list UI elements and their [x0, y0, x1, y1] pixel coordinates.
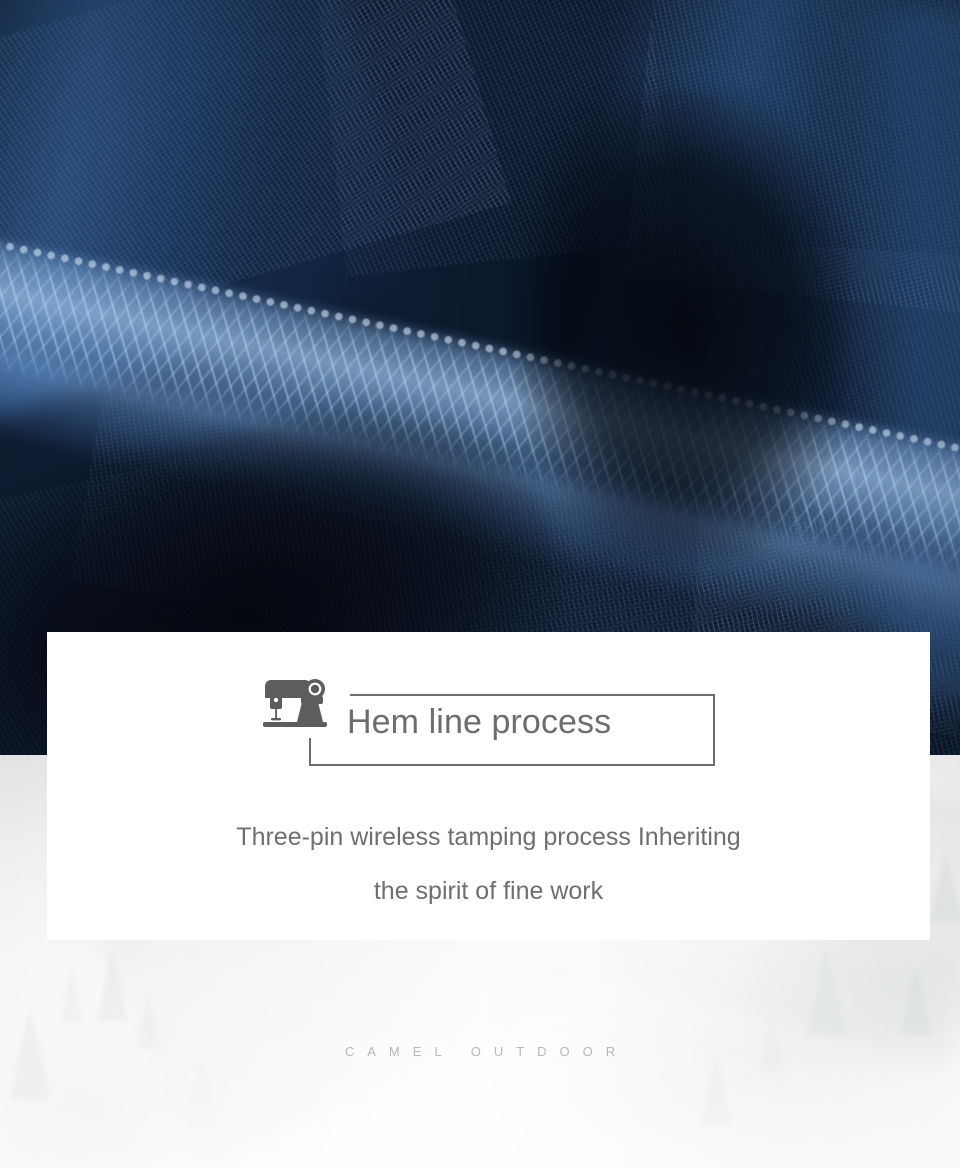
frame-line-left: [309, 738, 311, 766]
frame-line-bottom: [309, 764, 715, 766]
section-subtitle: Three-pin wireless tamping process Inher…: [47, 810, 930, 918]
section-title: Hem line process: [347, 703, 612, 741]
product-detail-page: Hem line process Three-pin wireless tamp…: [0, 0, 960, 1168]
brand-watermark: CAMEL OUTDOOR: [344, 1044, 629, 1059]
subtitle-line-2: the spirit of fine work: [373, 877, 604, 905]
frame-line-top: [350, 694, 715, 696]
info-card: Hem line process Three-pin wireless tamp…: [47, 632, 930, 940]
subtitle-line-1: Three-pin wireless tamping process Inher…: [236, 823, 741, 851]
frame-line-right: [713, 694, 715, 766]
